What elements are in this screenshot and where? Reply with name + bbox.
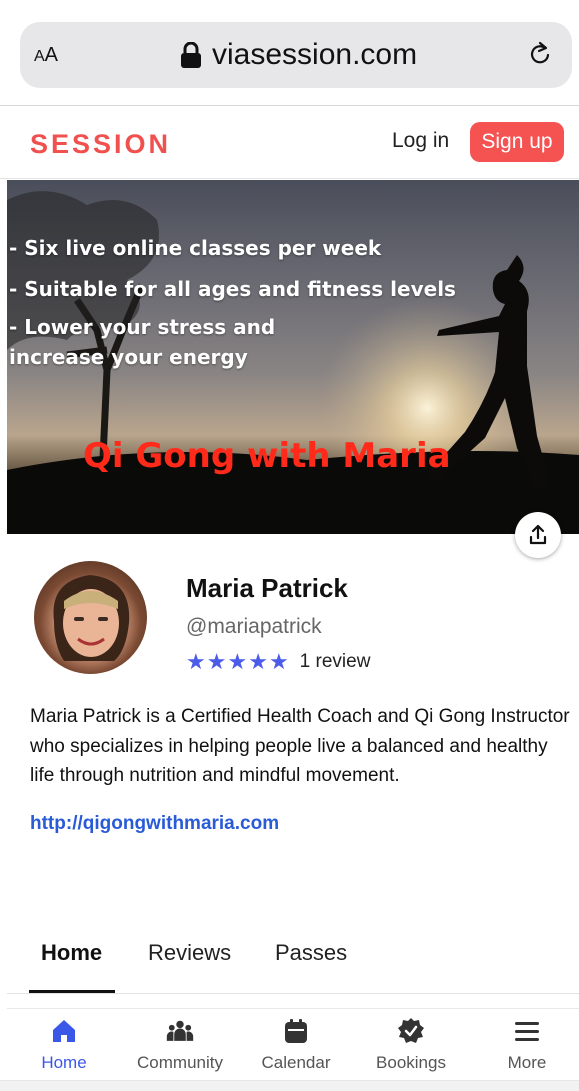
- tab-passes[interactable]: Passes: [275, 940, 347, 966]
- rating[interactable]: ★ ★ ★ ★ ★ 1 review: [186, 650, 370, 674]
- page: AA viasession.com SESSION Log in Sign up: [0, 0, 579, 1091]
- tab-home[interactable]: Home: [41, 940, 102, 966]
- nav-bookings-label: Bookings: [376, 1053, 446, 1072]
- aa-small-label: A: [34, 48, 45, 65]
- nav-bookings[interactable]: Bookings: [361, 1017, 461, 1073]
- nav-calendar[interactable]: Calendar: [246, 1017, 346, 1073]
- star-icon: ★: [186, 649, 206, 674]
- address-bar[interactable]: AA viasession.com: [20, 22, 572, 88]
- login-link[interactable]: Log in: [392, 129, 449, 153]
- star-icon: ★: [268, 649, 289, 674]
- nav-community[interactable]: Community: [130, 1017, 230, 1073]
- star-icon: ★: [206, 649, 227, 674]
- session-logo[interactable]: SESSION: [30, 129, 171, 160]
- browser-bottom-edge: [0, 1080, 579, 1091]
- site-header: SESSION Log in Sign up: [0, 107, 579, 179]
- profile-bio: Maria Patrick is a Certified Health Coac…: [30, 706, 570, 786]
- reload-icon[interactable]: [526, 40, 554, 68]
- share-icon: [529, 524, 547, 545]
- star-icon: ★: [248, 649, 268, 674]
- community-icon: [166, 1020, 194, 1041]
- menu-icon: [515, 1022, 539, 1041]
- hero-line-2: - Suitable for all ages and fitness leve…: [9, 277, 456, 301]
- review-count[interactable]: 1 review: [300, 651, 371, 673]
- nav-calendar-label: Calendar: [261, 1053, 331, 1072]
- nav-more-label: More: [507, 1053, 547, 1072]
- hero-line-4: increase your energy: [9, 345, 248, 369]
- avatar: [34, 561, 147, 674]
- url-text: viasession.com: [212, 38, 418, 71]
- bookings-icon: [398, 1018, 424, 1043]
- hero-line-1: - Six live online classes per week: [9, 236, 382, 260]
- aa-large-label: A: [44, 44, 59, 66]
- signup-button[interactable]: Sign up: [470, 122, 564, 162]
- nav-more[interactable]: More: [477, 1017, 577, 1073]
- nav-home[interactable]: Home: [14, 1017, 114, 1073]
- tab-reviews[interactable]: Reviews: [148, 940, 231, 966]
- browser-toolbar: AA viasession.com: [0, 0, 579, 106]
- nav-community-label: Community: [137, 1053, 223, 1072]
- avatar-portrait: [53, 575, 130, 661]
- profile-tabs: Home Reviews Passes: [7, 930, 579, 994]
- website-link[interactable]: http://qigongwithmaria.com: [30, 813, 279, 835]
- hero-banner: - Six live online classes per week - Sui…: [7, 180, 579, 534]
- reader-settings-button[interactable]: AA: [34, 44, 58, 67]
- active-tab-indicator: [29, 990, 115, 993]
- home-icon: [53, 1020, 75, 1042]
- profile-name: Maria Patrick: [186, 573, 348, 603]
- bottom-navigation: Home Community Calendar Bookings More: [7, 1008, 579, 1080]
- hero-line-3: - Lower your stress and: [9, 315, 276, 339]
- calendar-icon: [285, 1019, 307, 1043]
- lock-icon: [181, 42, 201, 68]
- nav-home-label: Home: [41, 1053, 87, 1072]
- share-button[interactable]: [515, 512, 561, 558]
- hero-title: Qi Gong with Maria: [83, 436, 451, 476]
- star-icon: ★: [227, 649, 248, 674]
- url-display[interactable]: viasession.com: [180, 38, 417, 72]
- profile-handle: @mariapatrick: [186, 615, 322, 638]
